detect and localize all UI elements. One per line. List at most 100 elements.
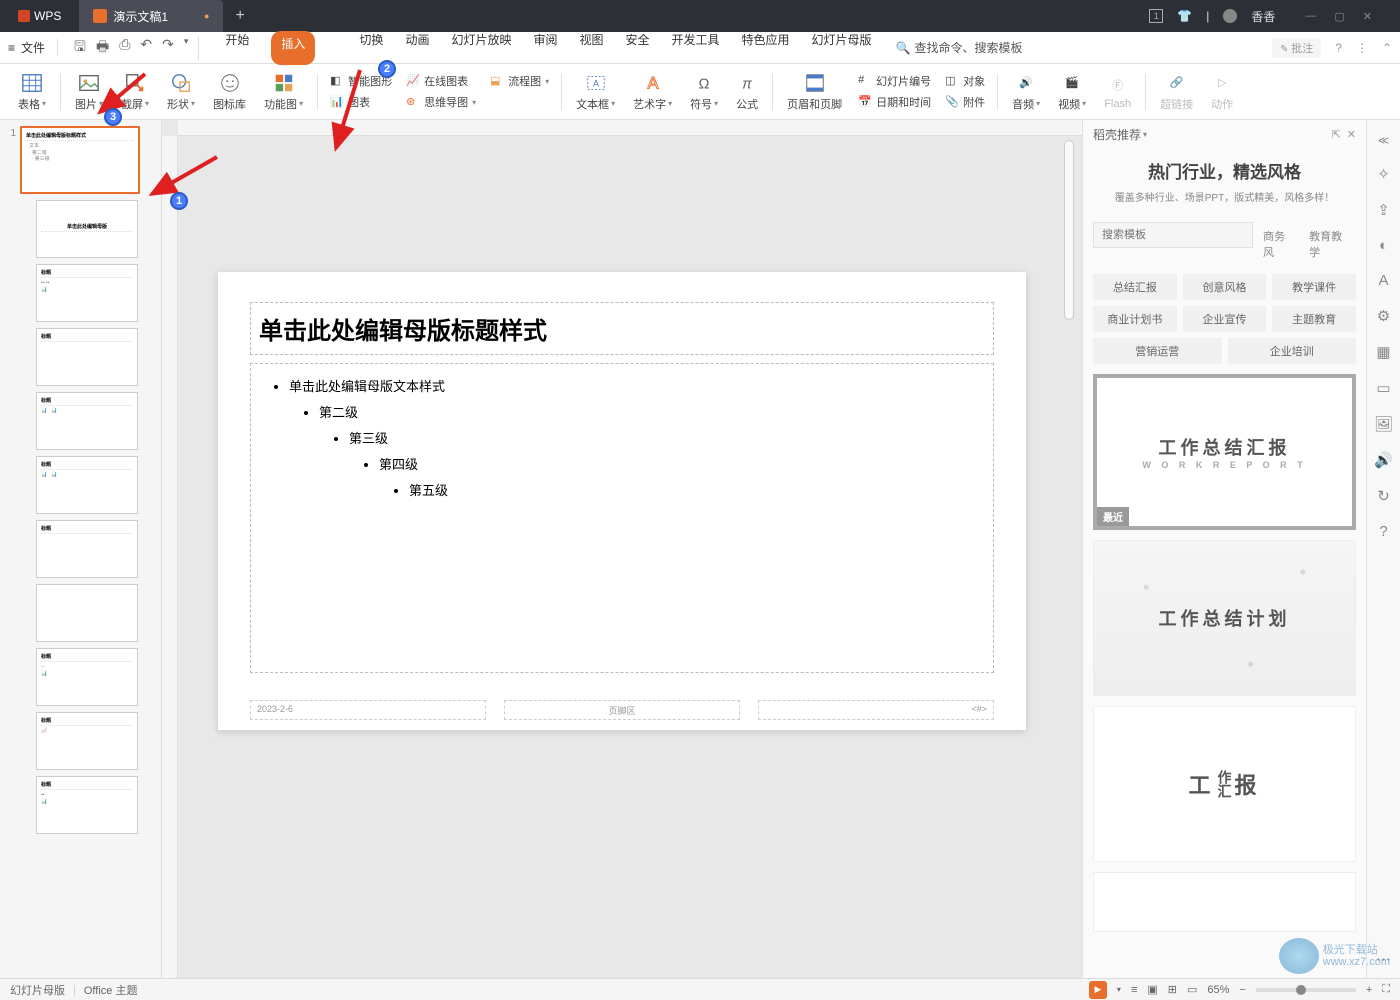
slide-number[interactable]: #幻灯片编号 (858, 72, 931, 90)
tab-view[interactable]: 视图 (579, 31, 603, 65)
template-card[interactable]: 工作总结汇报 W O R K R E P O R T 最近 (1093, 374, 1356, 530)
tab-security[interactable]: 安全 (626, 31, 650, 65)
panel-close-icon[interactable]: ✕ (1347, 128, 1356, 141)
close-window-icon[interactable]: ✕ (1363, 10, 1372, 23)
video[interactable]: 🎬视频▾ (1050, 72, 1094, 112)
user-avatar-icon[interactable] (1223, 9, 1237, 23)
insert-screenshot[interactable]: 截屏▾ (113, 72, 157, 112)
normal-view-icon[interactable]: ▣ (1147, 983, 1157, 996)
quick-tag[interactable]: 教育教学 (1305, 222, 1356, 266)
theme-icon[interactable]: ◐ (1379, 237, 1388, 254)
master-thumb[interactable]: 单击此处编辑母版标题样式 · 文本 · 第二级 · 第三级 (20, 126, 140, 194)
print-preview-icon[interactable]: ⎙ (119, 36, 130, 60)
help-strip-icon[interactable]: ? (1379, 523, 1387, 540)
panel-restore-icon[interactable]: ⇱ (1332, 128, 1341, 141)
zoom-out-icon[interactable]: − (1239, 984, 1245, 996)
thumbnail-panel[interactable]: 1 单击此处编辑母版标题样式 · 文本 · 第二级 · 第三级 单击此处编辑母版… (0, 120, 162, 978)
wps-logo[interactable]: WPS (0, 9, 79, 23)
layout-thumb[interactable] (36, 584, 138, 642)
symbol[interactable]: Ω符号▾ (682, 72, 726, 112)
layout-thumb[interactable]: 标题📊📊 (36, 456, 138, 514)
footer-placeholder[interactable]: 页脚区 (504, 700, 740, 720)
equation[interactable]: π公式 (728, 72, 766, 112)
tag-item[interactable]: 教学课件 (1272, 274, 1356, 300)
template-card[interactable]: 工作总结计划 (1093, 540, 1356, 696)
tab-animation[interactable]: 动画 (405, 31, 429, 65)
tab-insert[interactable]: 插入 (271, 31, 315, 65)
sound-icon[interactable]: 🔊 (1374, 451, 1393, 469)
hamburger-icon[interactable]: ≡ (8, 41, 15, 55)
layout-thumb[interactable]: 标题 (36, 328, 138, 386)
diamond-icon[interactable]: ✧ (1377, 165, 1390, 183)
flowchart[interactable]: ⬓流程图▾ (490, 72, 549, 90)
reading-view-icon[interactable]: ▭ (1187, 983, 1197, 996)
wordart[interactable]: A艺术字▾ (625, 72, 680, 112)
file-menu[interactable]: ≡ 文件 (8, 39, 58, 56)
audio[interactable]: 🔊音频▾ (1004, 72, 1048, 112)
sorter-view-icon[interactable]: ⊞ (1168, 983, 1177, 996)
status-theme[interactable]: Office 主题 (84, 982, 138, 998)
zoom-in-icon[interactable]: + (1366, 984, 1372, 996)
tab-start[interactable]: 开始 (225, 31, 249, 65)
maximize-icon[interactable]: ▢ (1334, 10, 1344, 23)
tab-slide-master[interactable]: 幻灯片母版 (812, 31, 872, 65)
flash[interactable]: ⒻFlash (1096, 74, 1139, 110)
body-placeholder[interactable]: 单击此处编辑母版文本样式 第二级 第三级 第四级 第五级 (250, 363, 994, 673)
help-icon[interactable]: ? (1335, 41, 1342, 55)
template-card[interactable] (1093, 872, 1356, 932)
tag-item[interactable]: 企业培训 (1228, 338, 1357, 364)
gallery-icon[interactable]: ▦ (1376, 343, 1390, 361)
layout-thumb[interactable]: 单击此处编辑母版 (36, 200, 138, 258)
tag-item[interactable]: 总结汇报 (1093, 274, 1177, 300)
picture-icon[interactable]: 🖼 (1374, 415, 1393, 433)
tag-item[interactable]: 主题教育 (1272, 306, 1356, 332)
insert-table[interactable]: 表格▾ (10, 72, 54, 112)
qat-dropdown-icon[interactable]: ▾ (184, 36, 189, 60)
tab-special[interactable]: 特色应用 (742, 31, 790, 65)
command-search[interactable]: 🔍 查找命令、搜索模板 (896, 39, 1023, 56)
slide-canvas[interactable]: 单击此处编辑母版标题样式 单击此处编辑母版文本样式 第二级 第三级 第四级 第五… (162, 120, 1082, 978)
insert-image[interactable]: 图片▾ (67, 72, 111, 112)
collapse-panel-icon[interactable]: ≪ (1378, 134, 1390, 147)
new-tab-button[interactable]: + (223, 7, 256, 25)
layout-thumb[interactable]: 标题 (36, 520, 138, 578)
tag-item[interactable]: 企业宣传 (1183, 306, 1267, 332)
icon-library[interactable]: 图标库 (205, 72, 254, 112)
title-placeholder[interactable]: 单击此处编辑母版标题样式 (250, 302, 994, 355)
zoom-slider[interactable] (1256, 988, 1356, 992)
quick-tag[interactable]: 商务风 (1259, 222, 1299, 266)
layout-thumb[interactable]: 标题📊📊 (36, 392, 138, 450)
attachment[interactable]: 📎附件 (945, 93, 985, 111)
date-placeholder[interactable]: 2023-2-6 (250, 700, 486, 720)
notification-badge[interactable]: 1 (1149, 9, 1163, 23)
date-time[interactable]: 📅日期和时间 (858, 93, 931, 111)
tag-item[interactable]: 商业计划书 (1093, 306, 1177, 332)
print-icon[interactable]: 🖶 (96, 36, 109, 60)
note-view-icon[interactable]: ≡ (1131, 984, 1137, 996)
insert-chart[interactable]: 📊图表 (330, 93, 392, 111)
func-chart[interactable]: 功能图▾ (256, 72, 311, 112)
history-icon[interactable]: ↻ (1377, 487, 1390, 505)
online-chart[interactable]: 📈在线图表 (406, 72, 476, 90)
more-icon[interactable]: ⋮ (1356, 41, 1368, 55)
layout-thumb[interactable]: 标题▪▪ ▪▪📊 (36, 264, 138, 322)
insert-shape[interactable]: 形状▾ (159, 72, 203, 112)
settings-icon[interactable]: ⚙ (1377, 307, 1390, 325)
textbox[interactable]: A文本框▾ (568, 72, 623, 112)
pagenum-placeholder[interactable]: <#> (758, 700, 994, 720)
export-icon[interactable]: ⇪ (1377, 201, 1390, 219)
collapse-ribbon-icon[interactable]: ⌃ (1382, 41, 1392, 55)
slide-master[interactable]: 单击此处编辑母版标题样式 单击此处编辑母版文本样式 第二级 第三级 第四级 第五… (218, 272, 1026, 730)
archive-icon[interactable]: ▭ (1376, 379, 1390, 397)
layout-thumb[interactable]: 标题▪▪📊 (36, 776, 138, 834)
zoom-scrollbar[interactable] (1064, 140, 1074, 320)
status-view-master[interactable]: 幻灯片母版 (10, 982, 65, 998)
tag-item[interactable]: 创意风格 (1183, 274, 1267, 300)
layout-thumb[interactable]: 标题📈 (36, 712, 138, 770)
tag-item[interactable]: 营销运营 (1093, 338, 1222, 364)
play-button[interactable]: ▶ (1089, 981, 1107, 999)
tab-close-icon[interactable]: ● (204, 11, 209, 21)
tab-slideshow[interactable]: 幻灯片放映 (451, 31, 511, 65)
fit-window-icon[interactable]: ⛶ (1382, 983, 1390, 996)
template-search-input[interactable] (1093, 222, 1253, 248)
